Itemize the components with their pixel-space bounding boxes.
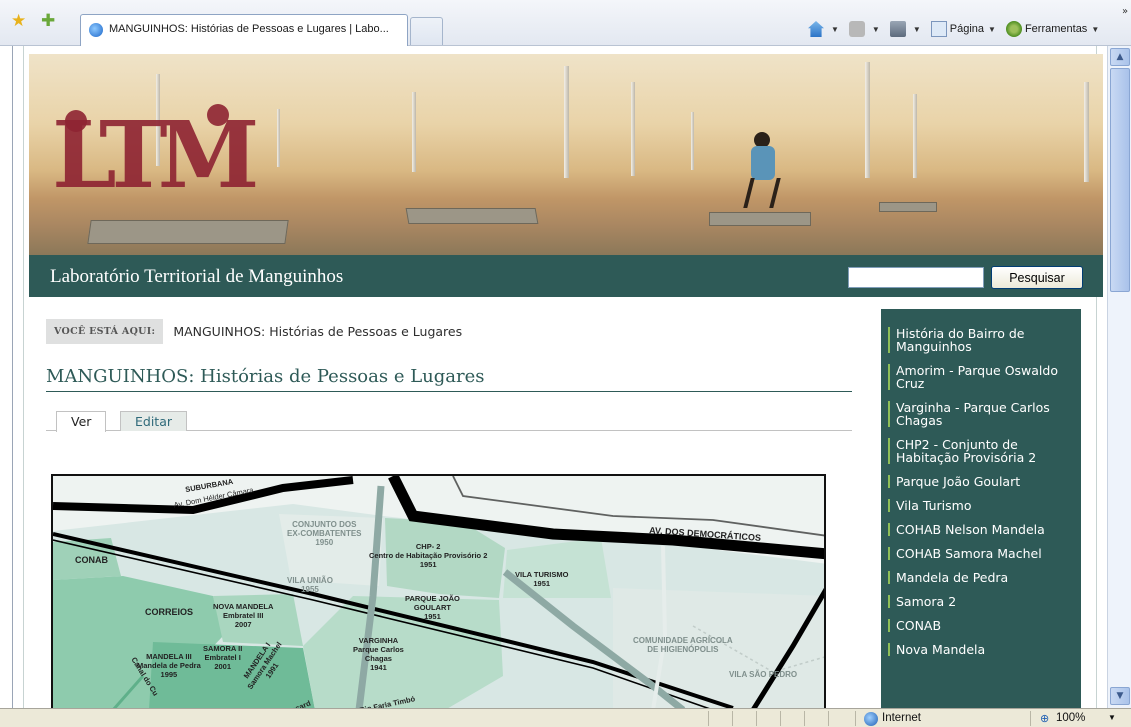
status-divider — [780, 711, 781, 726]
status-divider — [855, 711, 856, 726]
map-label-samora-ii: SAMORA II Embratel I 2001 — [203, 644, 243, 671]
browser-tab-title: MANGUINHOS: Histórias de Pessoas e Lugar… — [109, 23, 389, 35]
status-divider — [732, 711, 733, 726]
header-banner-photo: LTM — [29, 54, 1103, 255]
scroll-up-icon[interactable]: ▲ — [1110, 48, 1130, 66]
tools-menu-button[interactable]: Ferramentas ▼ — [1005, 21, 1100, 37]
page-menu-button[interactable]: Página ▼ — [930, 21, 996, 37]
banner-pole — [1084, 82, 1089, 182]
home-icon — [808, 21, 824, 37]
site-title[interactable]: Laboratório Territorial de Manguinhos — [50, 266, 343, 288]
sidebar-item-nova-mandela[interactable]: Nova Mandela — [888, 643, 1074, 656]
favorites-star-icon[interactable]: ★ — [11, 13, 26, 30]
new-tab-button[interactable] — [410, 17, 443, 45]
feeds-button[interactable]: ▼ — [848, 21, 880, 37]
sidebar-item-parque-joao-goulart[interactable]: Parque João Goulart — [888, 475, 1074, 488]
browser-toolbar: ★ ✚ MANGUINHOS: Histórias de Pessoas e L… — [0, 0, 1131, 46]
internet-zone-icon — [864, 712, 878, 726]
search-button[interactable]: Pesquisar — [991, 266, 1083, 289]
map-label-chp2: CHP- 2 Centro de Habitação Provisório 2 … — [369, 542, 488, 569]
chevron-down-icon: ▼ — [831, 24, 839, 34]
home-button[interactable]: ▼ — [808, 21, 839, 37]
status-bar: Internet ⊕ 100% ▼ — [0, 708, 1131, 727]
banner-pole — [865, 62, 870, 178]
sidebar-item-cohab-nelson-mandela[interactable]: COHAB Nelson Mandela — [888, 523, 1074, 536]
logo-dot — [207, 104, 229, 126]
command-bar: ▼ ▼ ▼ Página ▼ Ferramentas ▼ — [808, 18, 1109, 40]
status-divider — [756, 711, 757, 726]
status-divider — [828, 711, 829, 726]
banner-concrete-slab — [87, 220, 289, 244]
zoom-level[interactable]: 100% — [1056, 712, 1085, 724]
more-commands-icon[interactable]: » — [1122, 6, 1128, 17]
page-container: LTM Laboratório Territorial de Manguinho… — [23, 46, 1103, 708]
banner-concrete-slab — [879, 202, 937, 212]
status-divider — [708, 711, 709, 726]
logo-dot — [65, 110, 87, 132]
banner-concrete-slab — [405, 208, 539, 224]
sidebar-item-chp2[interactable]: CHP2 - Conjunto de Habitação Provisória … — [888, 438, 1074, 464]
print-button[interactable]: ▼ — [889, 21, 921, 37]
map-label-correios: CORREIOS — [145, 607, 194, 617]
print-icon — [889, 21, 906, 37]
chevron-down-icon: ▼ — [912, 24, 921, 34]
tab-edit[interactable]: Editar — [120, 411, 188, 431]
map-label-parque-joao: PARQUE JOÃO GOULART 1951 — [405, 594, 460, 621]
breadcrumb: VOCÊ ESTÁ AQUI: MANGUINHOS: Histórias de… — [46, 318, 462, 344]
banner-concrete-slab — [709, 212, 811, 226]
scroll-down-icon[interactable]: ▼ — [1110, 687, 1130, 705]
banner-pole — [412, 92, 416, 172]
chevron-down-icon: ▼ — [871, 24, 880, 34]
browser-viewport: LTM Laboratório Territorial de Manguinho… — [12, 46, 1107, 708]
sidebar-item-historia[interactable]: História do Bairro de Manguinhos — [888, 327, 1074, 353]
page-title: MANGUINHOS: Histórias de Pessoas e Lugar… — [46, 366, 852, 392]
chevron-down-icon: ▼ — [1091, 24, 1100, 34]
tab-view[interactable]: Ver — [56, 411, 107, 432]
sidebar-item-mandela-de-pedra[interactable]: Mandela de Pedra — [888, 571, 1074, 584]
map-label-nova-mandela: NOVA MANDELA Embratel III 2007 — [213, 602, 274, 629]
status-divider — [804, 711, 805, 726]
tools-menu-label: Ferramentas — [1024, 23, 1088, 35]
breadcrumb-label: VOCÊ ESTÁ AQUI: — [46, 318, 164, 344]
sidebar-item-cohab-samora-machel[interactable]: COHAB Samora Machel — [888, 547, 1074, 560]
page-menu-label: Página — [949, 23, 985, 35]
feeds-icon — [848, 21, 865, 37]
map-label-vila-turismo: VILA TURISMO 1951 — [515, 570, 569, 588]
banner-pole — [564, 66, 569, 178]
security-zone-label[interactable]: Internet — [882, 712, 921, 724]
vertical-scrollbar[interactable]: ▲ ▼ — [1107, 46, 1131, 708]
sidebar-nav: História do Bairro de Manguinhos Amorim … — [881, 309, 1081, 708]
zoom-icon: ⊕ — [1040, 713, 1050, 725]
banner-pole — [913, 94, 917, 178]
map-label-conjunto: CONJUNTO DOS EX-COMBATENTES 1950 — [287, 520, 362, 547]
banner-pole — [277, 109, 280, 167]
browser-tab-active[interactable]: MANGUINHOS: Histórias de Pessoas e Lugar… — [80, 14, 408, 46]
tools-gear-icon — [1005, 21, 1022, 37]
banner-person-figure — [739, 132, 785, 208]
chevron-down-icon: ▼ — [988, 24, 996, 34]
banner-pole — [631, 82, 635, 176]
map-label-vila-sao-pedro: VILA SÃO PEDRO — [729, 670, 798, 679]
banner-pole — [691, 112, 694, 170]
map-label-conab: CONAB — [75, 555, 108, 565]
sidebar-item-amorim[interactable]: Amorim - Parque Oswaldo Cruz — [888, 364, 1074, 390]
chevron-down-icon[interactable]: ▼ — [1108, 713, 1116, 722]
page-icon — [930, 21, 947, 37]
search-input[interactable] — [848, 267, 984, 288]
sidebar-item-samora-2[interactable]: Samora 2 — [888, 595, 1074, 608]
map-label-vila-uniao: VILA UNIÃO 1955 — [287, 576, 333, 594]
sidebar-item-vila-turismo[interactable]: Vila Turismo — [888, 499, 1074, 512]
map-label-comunidade-agricola: COMUNIDADE AGRÍCOLA DE HIGIENÓPOLIS — [633, 636, 733, 654]
sidebar-item-varginha[interactable]: Varginha - Parque Carlos Chagas — [888, 401, 1074, 427]
status-divider — [1030, 711, 1031, 726]
sidebar-item-conab[interactable]: CONAB — [888, 619, 1074, 632]
scroll-thumb[interactable] — [1110, 68, 1130, 292]
add-favorites-icon[interactable]: ✚ — [41, 13, 55, 30]
neighborhood-map: SUBURBANA Av. Dom Hélder Câmara CONJUNTO… — [51, 474, 826, 708]
ie-page-icon — [89, 23, 103, 37]
site-title-bar: Laboratório Territorial de Manguinhos Pe… — [29, 255, 1103, 297]
map-label-varginha: VARGINHA Parque Carlos Chagas 1941 — [353, 636, 404, 672]
breadcrumb-current: MANGUINHOS: Histórias de Pessoas e Lugar… — [173, 323, 463, 339]
